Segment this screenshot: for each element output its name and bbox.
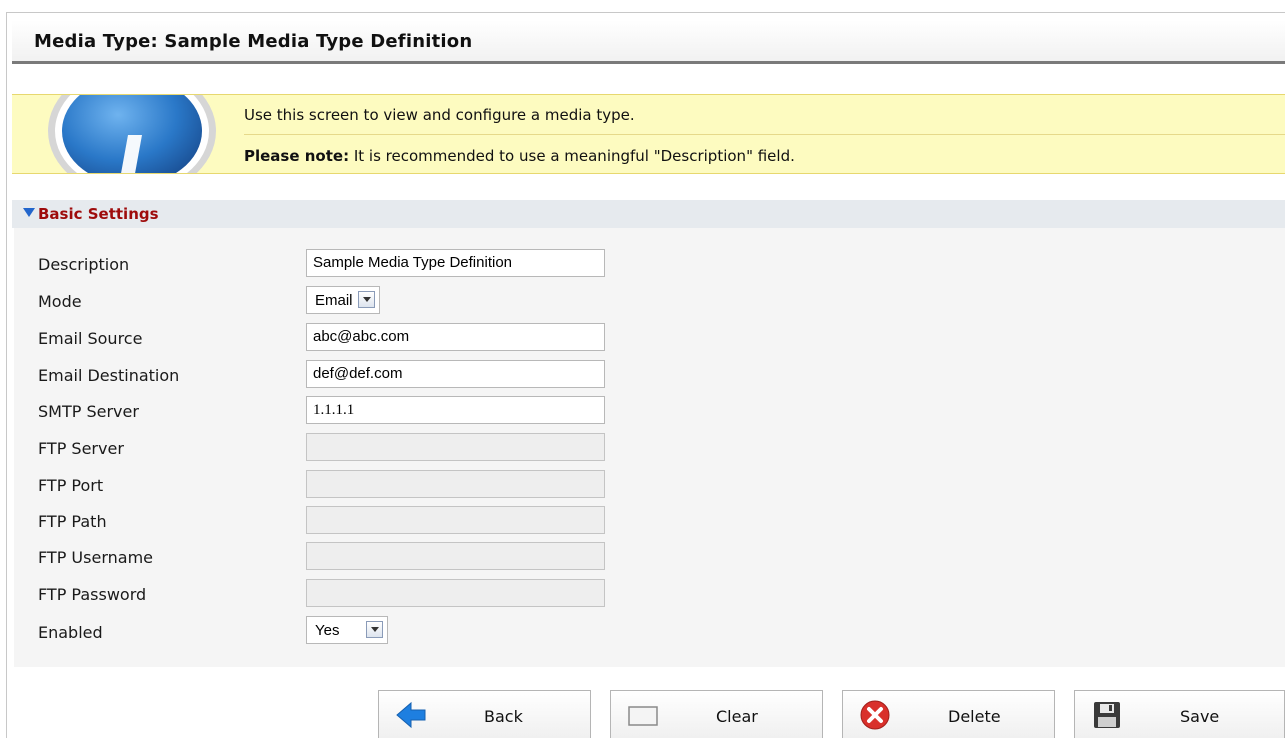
email-source-label: Email Source [38,329,143,348]
section-basic-settings-header[interactable]: Basic Settings [12,200,1285,228]
email-destination-input[interactable]: def@def.com [306,360,605,388]
mode-select[interactable]: Email [306,286,380,314]
smtp-server-input[interactable]: 1.1.1.1 [306,396,605,424]
ftp-server-label: FTP Server [38,439,124,458]
ftp-server-input [306,433,605,461]
mode-select-value: Email [315,292,353,309]
enabled-select-value: Yes [315,622,340,639]
ftp-password-label: FTP Password [38,585,147,604]
back-button-label: Back [484,707,523,726]
enabled-select[interactable]: Yes [306,616,388,644]
info-description: Use this screen to view and configure a … [244,106,635,124]
enabled-label: Enabled [38,623,103,642]
info-note: Please note: It is recommended to use a … [244,147,795,165]
save-button[interactable]: Save [1074,690,1285,738]
chevron-down-icon[interactable] [366,621,383,638]
info-icon [48,95,216,173]
ftp-username-input [306,542,605,570]
info-panel: Use this screen to view and configure a … [12,94,1285,174]
info-note-label: Please note: [244,147,350,165]
ftp-path-label: FTP Path [38,512,107,531]
window-border-top [6,12,1285,13]
ftp-username-label: FTP Username [38,548,153,567]
floppy-disk-icon [1094,702,1120,728]
page-title: Media Type: Sample Media Type Definition [34,31,473,52]
ftp-port-input [306,470,605,498]
chevron-down-icon[interactable] [358,291,375,308]
info-divider [244,134,1285,135]
delete-button[interactable]: Delete [842,690,1055,738]
clear-button[interactable]: Clear [610,690,823,738]
window-border-left [6,12,7,738]
page-header: Media Type: Sample Media Type Definition [12,20,1285,64]
mode-label: Mode [38,292,82,311]
description-label: Description [38,255,130,274]
delete-icon [860,700,890,730]
arrow-left-icon [396,701,426,729]
ftp-path-input [306,506,605,534]
email-source-input[interactable]: abc@abc.com [306,323,605,351]
blank-page-icon [628,706,658,726]
delete-button-label: Delete [948,707,1001,726]
save-button-label: Save [1180,707,1220,726]
collapse-arrow-icon[interactable] [23,208,35,217]
basic-settings-form: Description Sample Media Type Definition… [14,228,1285,667]
back-button[interactable]: Back [378,690,591,738]
section-title: Basic Settings [38,205,159,223]
ftp-password-input [306,579,605,607]
smtp-server-label: SMTP Server [38,402,139,421]
email-destination-label: Email Destination [38,366,180,385]
description-input[interactable]: Sample Media Type Definition [306,249,605,277]
clear-button-label: Clear [716,707,758,726]
info-note-text: It is recommended to use a meaningful "D… [349,147,795,165]
ftp-port-label: FTP Port [38,476,104,495]
